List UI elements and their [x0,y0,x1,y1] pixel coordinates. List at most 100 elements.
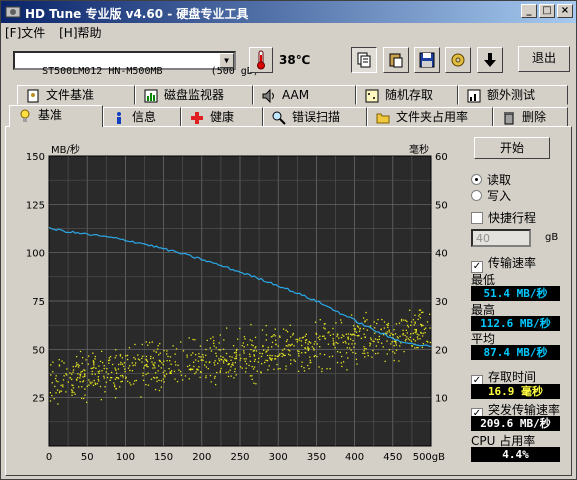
access-time-point [269,354,271,357]
access-time-point [407,326,410,328]
access-time-point [356,335,359,337]
access-time-point [180,374,183,376]
write-radio[interactable]: 写入 [471,187,511,204]
access-time-point [279,336,281,338]
access-time-point [55,392,57,394]
access-time-point [287,349,290,351]
access-time-point [327,332,329,334]
start-button[interactable]: 开始 [474,137,550,159]
tab-random-access[interactable]: 随机存取 [356,85,458,105]
access-time-point [376,322,378,325]
read-radio[interactable]: 读取 [471,171,511,188]
chevron-down-icon[interactable]: ▼ [219,53,234,68]
access-time-point [389,334,391,336]
tab-label: 随机存取 [385,88,434,102]
tab-extra-tests[interactable]: 额外测试 [458,85,568,105]
access-time-point [350,349,352,351]
access-time-point [202,359,204,362]
tab-error-scan[interactable]: 错误扫描 [263,107,367,127]
access-time-point [416,346,418,349]
access-time-point [265,325,267,327]
access-time-point [115,376,118,379]
close-button[interactable]: × [557,4,573,18]
access-time-point [98,380,100,382]
access-time-point [253,382,255,384]
access-time-point [145,373,147,376]
download-button[interactable] [477,47,503,73]
access-time-point [49,392,52,394]
access-time-point [188,364,191,367]
options-button[interactable] [445,47,471,73]
exit-button[interactable]: 退出 [518,46,570,72]
tab-file-benchmark[interactable]: 文件基准 [17,85,135,105]
copy-screenshot-button[interactable] [383,47,409,73]
access-time-point [241,367,243,369]
tab-info[interactable]: 信息 [103,107,181,127]
access-time-point [133,356,135,359]
access-time-point [281,352,283,355]
health-cross-icon [191,111,203,124]
access-time-point [215,347,217,349]
copy-text-button[interactable] [351,47,377,73]
access-time-point [253,354,255,356]
access-time-point [352,340,354,342]
tab-folder-usage[interactable]: 文件夹占用率 [367,107,493,127]
access-time-point [120,375,122,377]
access-time-point [117,368,120,370]
access-time-point [316,355,318,358]
access-time-point [59,390,61,392]
access-time-point [222,356,224,358]
access-time-point [219,349,222,351]
access-time-point [182,350,185,352]
quick-stroke-checkbox[interactable]: 快捷行程 [471,209,536,226]
access-time-point [429,327,431,329]
access-time-point [363,348,366,350]
access-time-point [186,365,189,368]
access-time-point [309,356,311,358]
maximize-button[interactable]: □ [539,4,555,18]
access-time-point [354,343,356,345]
access-time-point [395,349,398,351]
access-time-point [274,358,277,360]
access-time-point [82,381,84,383]
magnifier-icon [272,111,286,125]
save-button[interactable] [414,47,440,73]
tab-erase[interactable]: 删除 [493,107,568,127]
minimize-button[interactable]: _ [521,4,537,18]
access-time-point [369,342,371,344]
drive-select[interactable]: ST500LM012 HN-M500MB (500 gB) ▼ [13,51,259,77]
access-time-point [198,366,200,368]
access-time-point [163,374,166,377]
tab-disk-monitor[interactable]: 磁盘监视器 [135,85,253,105]
y-tick-label: 25 [32,394,45,405]
menu-file[interactable]: [F]文件 [5,26,45,40]
access-time-point [60,384,62,387]
access-time-point [143,365,146,367]
access-time-point [251,375,253,377]
quick-stroke-input[interactable]: 40 [471,229,531,247]
temperature-button[interactable] [249,47,273,73]
access-time-point [123,365,125,368]
access-time-point [248,364,250,367]
floppy-icon [419,52,435,67]
min-value: 51.4 MB/秒 [471,286,560,301]
access-time-point [168,367,170,370]
access-time-point [257,361,259,363]
access-time-point [292,334,294,336]
access-time-point [119,386,121,388]
access-time-point [271,355,273,357]
menu-help[interactable]: [H]帮助 [59,26,101,40]
access-time-point [200,359,202,361]
access-time-point [307,349,310,352]
tab-benchmark[interactable]: 基准 [9,105,103,127]
tab-aam[interactable]: AAM [253,85,356,105]
access-time-point [84,375,86,377]
access-time-point [409,336,411,338]
access-time-point [80,371,82,373]
access-time-point [98,365,100,367]
access-time-point [166,350,168,352]
tab-health[interactable]: 健康 [181,107,263,127]
access-time-point [115,349,117,351]
access-time-point [271,341,274,344]
wrench-icon [451,53,465,66]
